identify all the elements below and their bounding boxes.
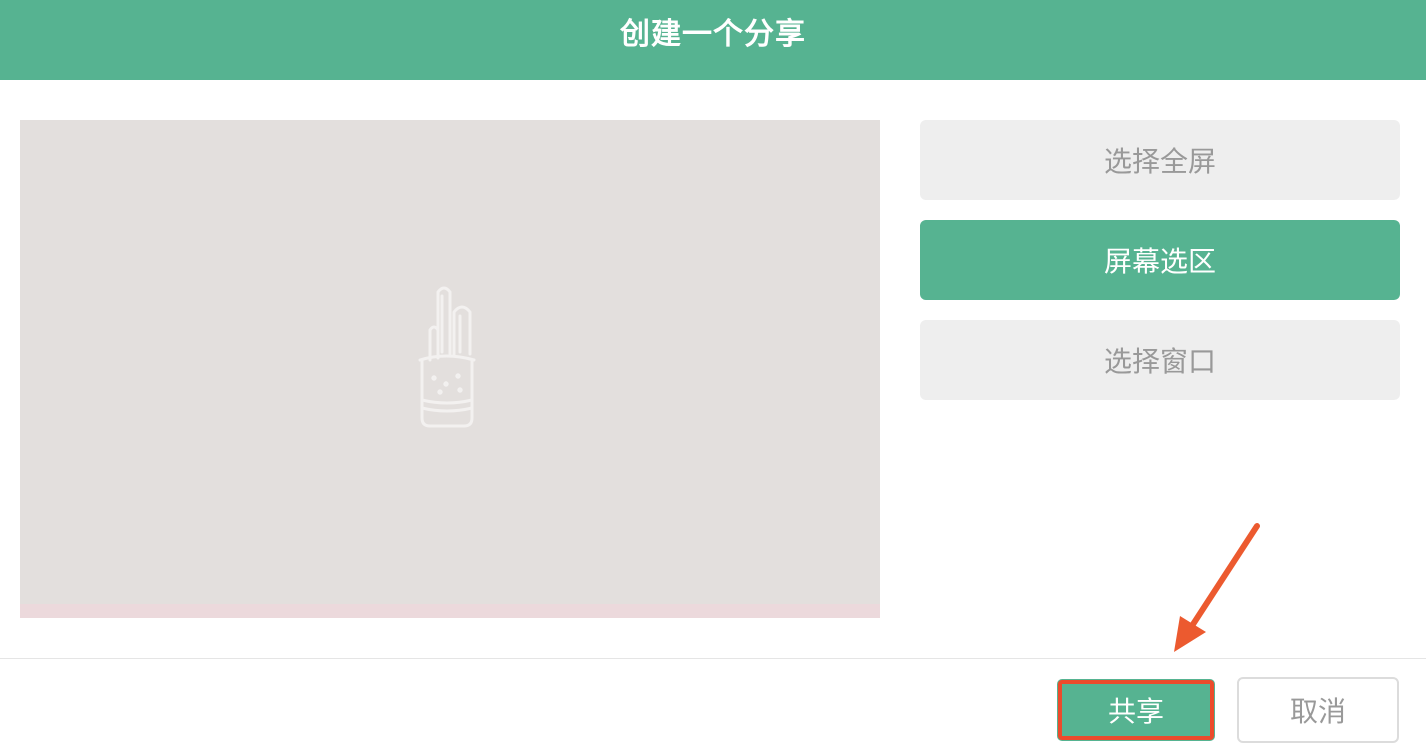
share-dialog: 创建一个分享 选择全屏 屏幕选区 选择窗口 共享 取消 bbox=[0, 0, 1426, 750]
select-window-button[interactable]: 选择窗口 bbox=[920, 320, 1400, 400]
annotation-arrow-icon bbox=[1174, 523, 1260, 652]
cactus-pot-icon bbox=[418, 286, 476, 428]
screen-region-button[interactable]: 屏幕选区 bbox=[920, 220, 1400, 300]
screen-preview bbox=[20, 120, 880, 618]
dialog-title: 创建一个分享 bbox=[620, 17, 806, 52]
dialog-header: 创建一个分享 bbox=[0, 0, 1426, 80]
select-fullscreen-button[interactable]: 选择全屏 bbox=[920, 120, 1400, 200]
share-button[interactable]: 共享 bbox=[1058, 680, 1214, 740]
cancel-button[interactable]: 取消 bbox=[1237, 677, 1399, 743]
